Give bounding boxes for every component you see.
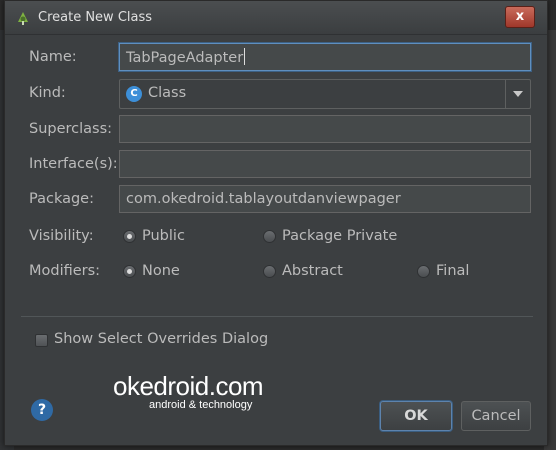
close-button[interactable]: x [505, 6, 535, 28]
watermark-tagline: android & technology [149, 399, 253, 411]
name-input-value: TabPageAdapter [126, 50, 244, 66]
visibility-public-label[interactable]: Public [142, 228, 185, 244]
superclass-input[interactable] [119, 115, 531, 143]
kind-dropdown-button[interactable] [505, 80, 530, 108]
modifiers-abstract-label[interactable]: Abstract [282, 263, 343, 279]
name-label: Name: [29, 49, 77, 65]
dialog-titlebar: Create New Class x [5, 1, 547, 35]
kind-label: Kind: [29, 85, 66, 101]
modifiers-abstract-radio[interactable] [263, 265, 276, 278]
visibility-label: Visibility: [29, 228, 94, 244]
cancel-button[interactable]: Cancel [461, 401, 531, 431]
package-label: Package: [29, 191, 94, 207]
android-studio-icon [18, 12, 28, 25]
kind-select[interactable]: C Class [119, 79, 531, 109]
show-overrides-label[interactable]: Show Select Overrides Dialog [54, 331, 268, 347]
dialog-title: Create New Class [38, 10, 153, 25]
name-input[interactable]: TabPageAdapter [119, 43, 531, 71]
class-icon: C [126, 86, 142, 102]
modifiers-final-label[interactable]: Final [436, 263, 469, 279]
visibility-package-private-radio[interactable] [263, 230, 276, 243]
kind-selected-value: Class [148, 85, 187, 101]
close-icon: x [515, 9, 525, 24]
visibility-package-private-label[interactable]: Package Private [282, 228, 397, 244]
watermark-brand: okedroid.com [113, 371, 264, 401]
interfaces-input[interactable] [119, 150, 531, 178]
help-icon: ? [37, 402, 47, 418]
package-input[interactable]: com.okedroid.tablayoutdanviewpager [119, 185, 531, 213]
modifiers-none-radio[interactable] [123, 265, 136, 278]
modifiers-label: Modifiers: [29, 263, 101, 279]
ok-button[interactable]: OK [380, 401, 452, 431]
text-caret [244, 48, 246, 65]
chevron-down-icon [513, 91, 523, 97]
create-new-class-dialog: Create New Class x Name: TabPageAdapter … [4, 0, 548, 446]
watermark: okedroid.com android & technology [113, 371, 264, 411]
superclass-label: Superclass: [29, 121, 113, 137]
divider [21, 316, 533, 317]
visibility-public-radio[interactable] [123, 230, 136, 243]
package-input-value: com.okedroid.tablayoutdanviewpager [126, 191, 401, 207]
show-overrides-checkbox[interactable] [35, 334, 48, 347]
modifiers-none-label[interactable]: None [142, 263, 180, 279]
interfaces-label: Interface(s): [29, 156, 118, 172]
modifiers-final-radio[interactable] [417, 265, 430, 278]
help-button[interactable]: ? [31, 399, 53, 421]
